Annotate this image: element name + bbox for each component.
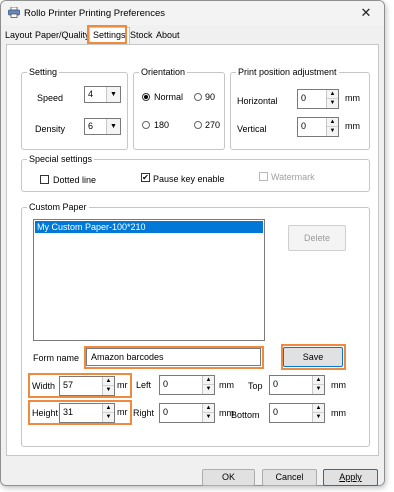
delete-button[interactable]: Delete — [288, 225, 346, 251]
paper-list[interactable]: My Custom Paper-100*210 — [33, 219, 265, 341]
vertical-unit: mm — [345, 121, 360, 131]
top-unit: mm — [331, 380, 346, 390]
special-settings-legend: Special settings — [27, 154, 95, 164]
dotted-line-label: Dotted line — [53, 175, 97, 185]
close-icon: ✕ — [360, 5, 372, 20]
dotted-line-checkbox[interactable] — [40, 175, 49, 184]
horizontal-stepper[interactable]: 0 ▲ ▼ — [297, 89, 339, 109]
watermark-checkbox[interactable] — [259, 172, 268, 181]
vertical-label: Vertical — [237, 124, 267, 134]
density-select[interactable]: 6 ▼ — [84, 118, 121, 135]
spin-down-icon[interactable]: ▼ — [313, 385, 324, 394]
orientation-legend: Orientation — [139, 67, 188, 77]
top-stepper[interactable]: 0 ▲ ▼ — [269, 375, 325, 395]
pause-key-label: Pause key enable — [153, 174, 225, 184]
form-name-highlight — [84, 346, 264, 369]
left-stepper[interactable]: 0 ▲ ▼ — [159, 375, 215, 395]
spin-up-icon[interactable]: ▲ — [313, 404, 324, 413]
ok-button[interactable]: OK — [202, 469, 255, 486]
height-highlight — [28, 400, 132, 425]
width-highlight — [28, 373, 132, 398]
settings-tab-highlight — [87, 25, 127, 44]
printer-icon — [8, 7, 20, 18]
watermark-label: Watermark — [271, 172, 315, 182]
left-label: Left — [136, 380, 152, 390]
vertical-stepper[interactable]: 0 ▲ ▼ — [297, 117, 339, 137]
setting-legend: Setting — [27, 67, 60, 77]
spin-down-icon[interactable]: ▼ — [203, 385, 214, 394]
density-label: Density — [35, 124, 66, 134]
right-stepper[interactable]: 0 ▲ ▼ — [159, 403, 215, 423]
spin-down-icon[interactable]: ▼ — [203, 413, 214, 422]
form-name-label: Form name — [33, 353, 80, 363]
chevron-down-icon: ▼ — [106, 87, 120, 102]
spin-up-icon[interactable]: ▲ — [203, 376, 214, 385]
orientation-normal-radio[interactable] — [142, 93, 150, 101]
spin-down-icon[interactable]: ▼ — [327, 99, 338, 108]
chevron-down-icon: ▼ — [106, 119, 120, 134]
custom-paper-legend: Custom Paper — [27, 202, 89, 212]
tab-strip: Layout Paper/Quality Settings Stock Abou… — [1, 27, 384, 44]
bottom-label: Bottom — [231, 410, 260, 420]
cancel-button[interactable]: Cancel — [262, 469, 317, 486]
orientation-90-label: 90 — [205, 92, 216, 102]
close-button[interactable]: ✕ — [348, 1, 384, 25]
title-bar: Rollo Printer Printing Preferences ✕ — [1, 1, 384, 25]
orientation-90-radio[interactable] — [194, 93, 202, 101]
tab-layout[interactable]: Layout — [5, 30, 32, 40]
orientation-270-label: 270 — [205, 120, 221, 130]
top-label: Top — [248, 381, 263, 391]
list-item[interactable]: My Custom Paper-100*210 — [35, 221, 263, 233]
window-title: Rollo Printer Printing Preferences — [24, 8, 165, 19]
right-label: Right — [133, 408, 155, 418]
spin-up-icon[interactable]: ▲ — [203, 404, 214, 413]
spin-down-icon[interactable]: ▼ — [313, 413, 324, 422]
horizontal-label: Horizontal — [237, 96, 278, 106]
tab-paper-quality[interactable]: Paper/Quality — [35, 30, 90, 40]
save-highlight — [281, 344, 346, 370]
bottom-stepper[interactable]: 0 ▲ ▼ — [269, 403, 325, 423]
speed-select[interactable]: 4 ▼ — [84, 86, 121, 103]
tab-about[interactable]: About — [156, 30, 180, 40]
orientation-270-radio[interactable] — [194, 121, 202, 129]
setting-group: Setting — [21, 67, 128, 150]
horizontal-unit: mm — [345, 93, 360, 103]
spin-up-icon[interactable]: ▲ — [327, 90, 338, 99]
orientation-180-radio[interactable] — [142, 121, 150, 129]
spin-up-icon[interactable]: ▲ — [327, 118, 338, 127]
spin-down-icon[interactable]: ▼ — [327, 127, 338, 136]
tab-stock[interactable]: Stock — [130, 30, 153, 40]
print-position-legend: Print position adjustment — [236, 67, 339, 77]
orientation-group: Orientation — [133, 67, 225, 150]
spin-up-icon[interactable]: ▲ — [313, 376, 324, 385]
speed-label: Speed — [37, 93, 64, 103]
pause-key-checkbox[interactable]: ✔ — [141, 173, 150, 182]
apply-button[interactable]: Apply — [323, 469, 378, 486]
print-position-group: Print position adjustment — [230, 67, 370, 150]
left-unit: mm — [219, 380, 234, 390]
orientation-180-label: 180 — [154, 120, 170, 130]
orientation-normal-label: Normal — [154, 92, 184, 102]
bottom-unit: mm — [331, 408, 346, 418]
